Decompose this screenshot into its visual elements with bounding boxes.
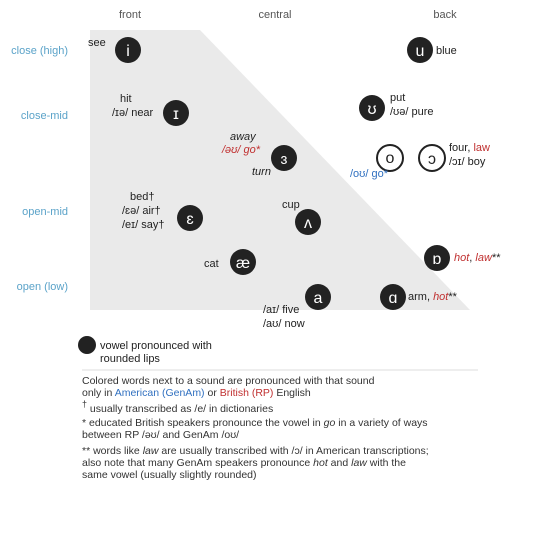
- word-blue: blue: [436, 45, 457, 57]
- fn-color: Colored words next to a sound are pronou…: [82, 375, 375, 387]
- word-put: put: [390, 92, 405, 104]
- word-cat: cat: [204, 258, 219, 270]
- word-now: /aʊ/ now: [263, 318, 305, 330]
- ipa-epsilon-text: ɛ: [186, 211, 193, 228]
- word-go-br: /əʊ/ go*: [221, 144, 261, 156]
- legend-label: vowel pronounced with: [100, 340, 212, 352]
- ipa-schwar-text: ɜ: [281, 151, 288, 168]
- col-label-central: central: [258, 9, 291, 21]
- word-go-am: /oʊ/ go*: [350, 168, 389, 180]
- fn-color2: only in American (GenAm) or British (RP)…: [82, 387, 311, 399]
- ipa-i-text: i: [126, 43, 130, 60]
- word-turn: turn: [252, 166, 271, 178]
- ipa-ae-text: æ: [236, 255, 250, 272]
- fn-dstar3: same vowel (usually slightly rounded): [82, 469, 257, 481]
- ipa-upsilon-text: ʊ: [367, 101, 376, 118]
- col-label-back: back: [433, 9, 457, 21]
- ipa-u-text: u: [416, 43, 425, 60]
- word-hit: hit: [120, 93, 132, 105]
- legend-circle-icon: [78, 336, 96, 354]
- ipa-lambda-text: ʌ: [304, 215, 312, 232]
- word-air: /ɛə/ air†: [122, 205, 161, 217]
- fn-star: * educated British speakers pronounce th…: [82, 417, 428, 429]
- word-near: /ɪə/ near: [112, 107, 154, 119]
- fn-dstar: ** words like law are usually transcribe…: [82, 445, 429, 457]
- ipa-open-o-text: ɔ: [428, 151, 436, 168]
- word-arm: arm, hot**: [408, 291, 458, 303]
- row-label-close: close (high): [11, 45, 68, 57]
- word-bed: bed†: [130, 191, 154, 203]
- row-label-close-mid: close-mid: [21, 110, 68, 122]
- ipa-o-text: o: [386, 150, 395, 167]
- word-say: /eɪ/ say†: [122, 219, 164, 231]
- fn-dstar2: also note that many GenAm speakers prono…: [82, 457, 406, 469]
- ipa-open-back-text: ɒ: [433, 251, 442, 268]
- word-four: four, law: [449, 142, 490, 154]
- fn-star2: between RP /əʊ/ and GenAm /oʊ/: [82, 429, 239, 441]
- word-away: away: [230, 131, 257, 143]
- word-see: see: [88, 37, 106, 49]
- col-label-front: front: [119, 9, 141, 21]
- legend-label2: rounded lips: [100, 353, 160, 365]
- word-hot-law: hot, law**: [454, 252, 501, 264]
- fn-dagger: † usually transcribed as /e/ in dictiona…: [82, 399, 273, 415]
- word-cup: cup: [282, 199, 300, 211]
- word-pure: /ʊə/ pure: [390, 106, 434, 118]
- row-label-open: open (low): [17, 281, 68, 293]
- ipa-I-text: ɪ: [173, 106, 179, 123]
- ipa-a-text: a: [314, 290, 323, 307]
- ipa-a-back-text: ɑ: [389, 290, 398, 307]
- word-five: /aɪ/ five: [263, 304, 299, 316]
- row-label-open-mid: open-mid: [22, 206, 68, 218]
- word-boy: /ɔɪ/ boy: [449, 156, 486, 168]
